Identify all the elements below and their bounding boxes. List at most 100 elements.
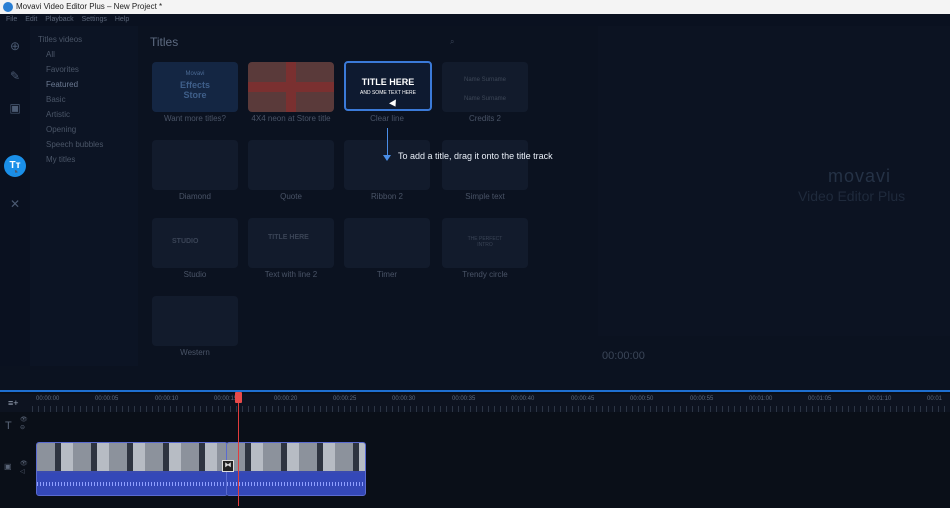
ruler-tick: 00:00:55 <box>690 396 714 402</box>
thumb-store-line2: Effects Store <box>179 80 210 100</box>
ruler-tick: 00:00:50 <box>630 396 654 402</box>
hint-arrow-head <box>383 155 391 161</box>
thumb-label: Diamond <box>178 192 211 201</box>
movavi-logo: movavi <box>828 166 892 186</box>
ruler-tick: 00:00:10 <box>155 396 179 402</box>
transitions-icon[interactable]: ◔ <box>7 164 23 180</box>
import-icon[interactable]: ⊕ <box>7 38 23 54</box>
thumb-label: Studio <box>183 270 207 279</box>
thumb-label: Simple text <box>465 192 505 201</box>
menu-edit[interactable]: Edit <box>25 16 37 23</box>
title-track-icon: T <box>5 420 12 432</box>
page-title: Titles <box>150 35 179 49</box>
hint-arrow <box>387 128 388 158</box>
playhead-handle[interactable] <box>235 392 242 403</box>
menu-help[interactable]: Help <box>115 16 129 23</box>
ruler-tick: 00:01:00 <box>749 396 773 402</box>
thumb-label: Credits 2 <box>468 114 501 123</box>
time-ruler[interactable]: ≡+ 00:00:00 00:00:05 00:00:10 00:00:15 0… <box>0 394 950 412</box>
title-track-lock-icon[interactable]: ⊖ <box>20 424 28 431</box>
ruler-tick: 00:01:05 <box>808 396 832 402</box>
title-thumb-studio[interactable]: STUDIO <box>152 218 238 268</box>
ruler-tick: 00:00:40 <box>511 396 535 402</box>
magic-wand-icon[interactable]: ✎ <box>7 68 23 84</box>
menu-bar: File Edit Playback Settings Help <box>0 14 950 26</box>
edit-toolbar <box>0 366 598 390</box>
category-featured[interactable]: Featured <box>46 77 138 92</box>
movavi-app-icon <box>3 2 13 12</box>
video-track-icon: ▣ <box>4 462 12 471</box>
thumb-clear-line-subtitle: AND SOME TEXT HERE <box>360 90 416 96</box>
filters-icon[interactable]: ▣ <box>7 100 23 116</box>
thumb-credits-line2: Name Surname <box>463 96 507 102</box>
title-thumb-store[interactable]: Movavi Effects Store <box>152 62 238 112</box>
thumb-label: Ribbon 2 <box>370 192 404 201</box>
tools-icon[interactable]: ✕ <box>7 196 23 212</box>
window-title: Movavi Video Editor Plus – New Project * <box>16 2 163 11</box>
preview-screen <box>598 26 950 336</box>
category-artistic[interactable]: Artistic <box>46 107 138 122</box>
thumb-label: Timer <box>376 270 398 279</box>
category-speech-bubbles[interactable]: Speech bubbles <box>46 137 138 152</box>
ruler-tick: 00:00:00 <box>36 396 60 402</box>
player-tagline: Video Editor Plus <box>798 188 906 204</box>
playhead[interactable] <box>238 392 239 506</box>
category-favorites[interactable]: Favorites <box>46 62 138 77</box>
thumb-label: Want more titles? <box>164 114 226 123</box>
title-thumb-western[interactable] <box>152 296 238 346</box>
thumb-text-with-line-text: TITLE HERE <box>268 234 309 241</box>
ruler-tick: 00:00:35 <box>452 396 476 402</box>
ruler-tick: 00:00:25 <box>333 396 357 402</box>
title-bar: Movavi Video Editor Plus – New Project * <box>0 0 950 14</box>
title-thumb-trendy-circle[interactable]: THE PERFECT INTRO <box>442 218 528 268</box>
ruler-tick: 00:00:20 <box>274 396 298 402</box>
title-thumb-text-with-line[interactable]: TITLE HERE <box>248 218 334 268</box>
add-track-icon[interactable]: ≡+ <box>8 398 22 408</box>
category-all[interactable]: All <box>46 47 138 62</box>
thumb-store-line1: Movavi <box>185 71 205 77</box>
category-opening[interactable]: Opening <box>46 122 138 137</box>
ruler-tick: 00:00:15 <box>214 396 238 402</box>
thumb-label: Trendy circle <box>462 270 508 279</box>
title-thumb-diamond[interactable] <box>152 140 238 190</box>
thumb-clear-line-title: TITLE HERE <box>361 77 415 87</box>
title-thumb-credits[interactable]: Name Surname Name Surname <box>442 62 528 112</box>
drag-hint: To add a title, drag it onto the title t… <box>398 151 553 161</box>
menu-playback[interactable]: Playback <box>45 16 73 23</box>
category-basic[interactable]: Basic <box>46 92 138 107</box>
search-icon[interactable]: ⌕ <box>450 37 560 47</box>
thumb-label: Western <box>180 348 210 357</box>
ruler-tick: 00:00:45 <box>571 396 595 402</box>
category-header[interactable]: Titles videos <box>38 32 138 47</box>
left-tool-bar: ⊕ ✎ ▣ Tт ◔ ✕ <box>0 26 30 390</box>
title-thumb-timer[interactable] <box>344 218 430 268</box>
transition-icon[interactable]: ⧓ <box>222 460 234 472</box>
thumb-label: 4X4 neon at Store title <box>251 114 331 123</box>
thumb-label: Clear line <box>370 114 404 123</box>
ruler-tick: 00:00:30 <box>392 396 416 402</box>
category-panel: Titles videos All Favorites Featured Bas… <box>30 26 138 366</box>
thumb-label: Text with line 2 <box>264 270 318 279</box>
thumb-trendy-circle-text: THE PERFECT INTRO <box>467 236 503 248</box>
title-thumb-flag[interactable] <box>248 62 334 112</box>
ruler-tick: 00:00:05 <box>95 396 119 402</box>
category-my-titles[interactable]: My titles <box>46 152 138 167</box>
title-track-visibility-icon[interactable]: 👁 <box>20 416 28 423</box>
video-clip[interactable] <box>36 442 228 496</box>
menu-file[interactable]: File <box>6 16 17 23</box>
preview-player: movavi Video Editor Plus 00:00:00 <box>598 26 950 390</box>
video-track-mute-icon[interactable]: ◁ <box>20 468 28 475</box>
thumb-label: Quote <box>280 192 302 201</box>
ruler-tick: 00:01 <box>927 396 943 402</box>
title-thumb-simple-text[interactable] <box>442 140 528 190</box>
title-thumb-quote[interactable] <box>248 140 334 190</box>
menu-settings[interactable]: Settings <box>82 16 107 23</box>
thumb-studio-text: STUDIO <box>172 238 199 245</box>
title-thumb-clear-line[interactable]: TITLE HERE AND SOME TEXT HERE <box>344 61 432 111</box>
video-track-visibility-icon[interactable]: 👁 <box>20 460 28 467</box>
video-clip[interactable] <box>226 442 366 496</box>
ruler-tick: 00:01:10 <box>868 396 892 402</box>
player-timecode: 00:00:00 <box>602 350 645 362</box>
thumb-credits-line1: Name Surname <box>463 77 507 83</box>
titles-panel: Titles ⌕ Movavi Effects Store Want more … <box>140 26 595 366</box>
